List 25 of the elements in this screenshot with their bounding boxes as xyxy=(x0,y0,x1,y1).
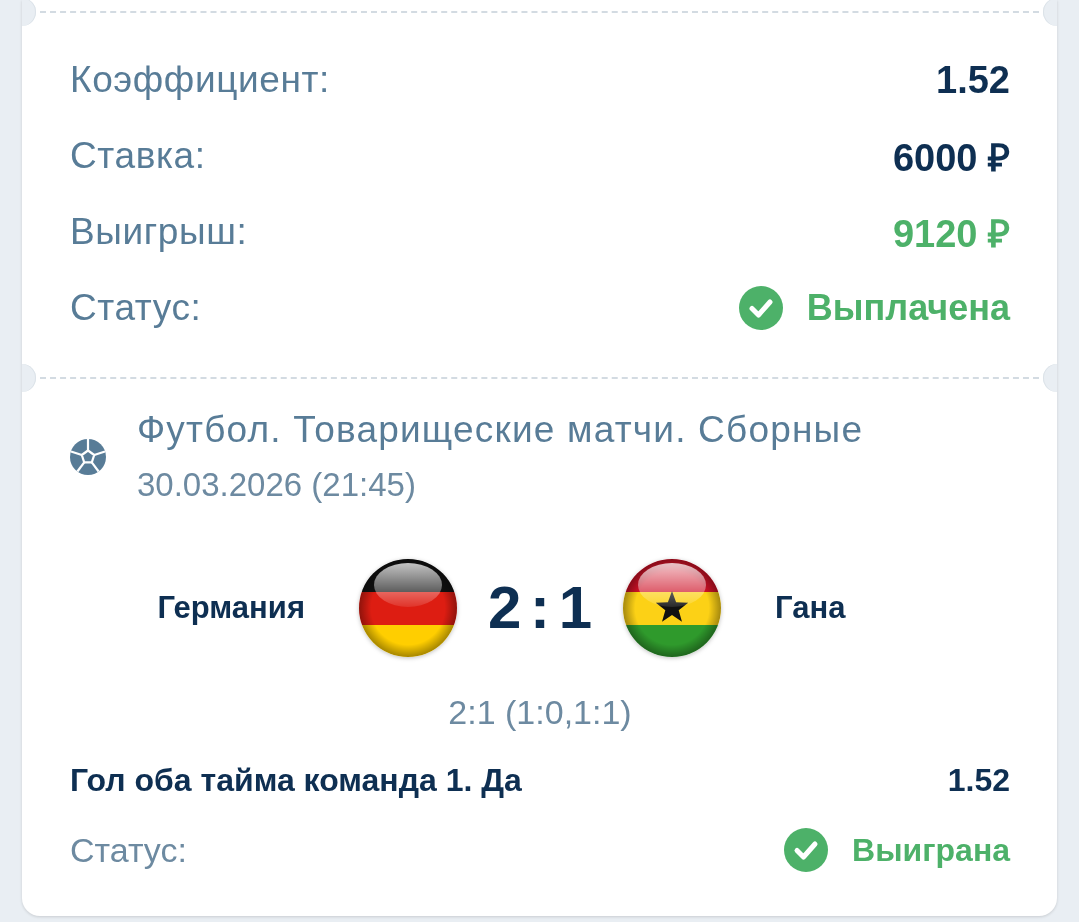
ticket-notch xyxy=(1043,364,1057,392)
ghana-flag-icon xyxy=(622,558,723,658)
row-value: 9120 ₽ xyxy=(892,212,1010,257)
status-label: Статус: xyxy=(70,830,187,870)
status-text: Выиграна xyxy=(852,831,1010,869)
bet-odds: 1.52 xyxy=(947,761,1010,800)
row-value: 1.52 xyxy=(936,58,1010,102)
row-label: Ставка: xyxy=(70,135,206,177)
team-name: Германия xyxy=(157,590,305,626)
team-name: Гана xyxy=(775,590,846,626)
sport-title: Футбол. Товарищеские матчи. Сборные xyxy=(137,408,864,452)
bet-market: Гол оба тайма команда 1. Да xyxy=(70,761,522,800)
soccer-ball-icon xyxy=(70,438,106,475)
ticket-notch xyxy=(22,364,36,392)
row-label: Выигрыш: xyxy=(70,211,248,253)
row-value: 6000 ₽ xyxy=(892,136,1010,181)
period-scores: 2:1 (1:0,1:1) xyxy=(448,692,632,732)
row-label: Коэффициент: xyxy=(70,59,330,101)
germany-flag-icon xyxy=(357,558,458,658)
match-score: 2 : 1 xyxy=(487,573,593,643)
status-text: Выплачена xyxy=(806,287,1010,329)
check-circle-icon xyxy=(738,286,783,330)
row-label: Статус: xyxy=(70,287,202,329)
check-circle-icon xyxy=(784,828,829,872)
match-date: 30.03.2026 (21:45) xyxy=(137,465,417,505)
